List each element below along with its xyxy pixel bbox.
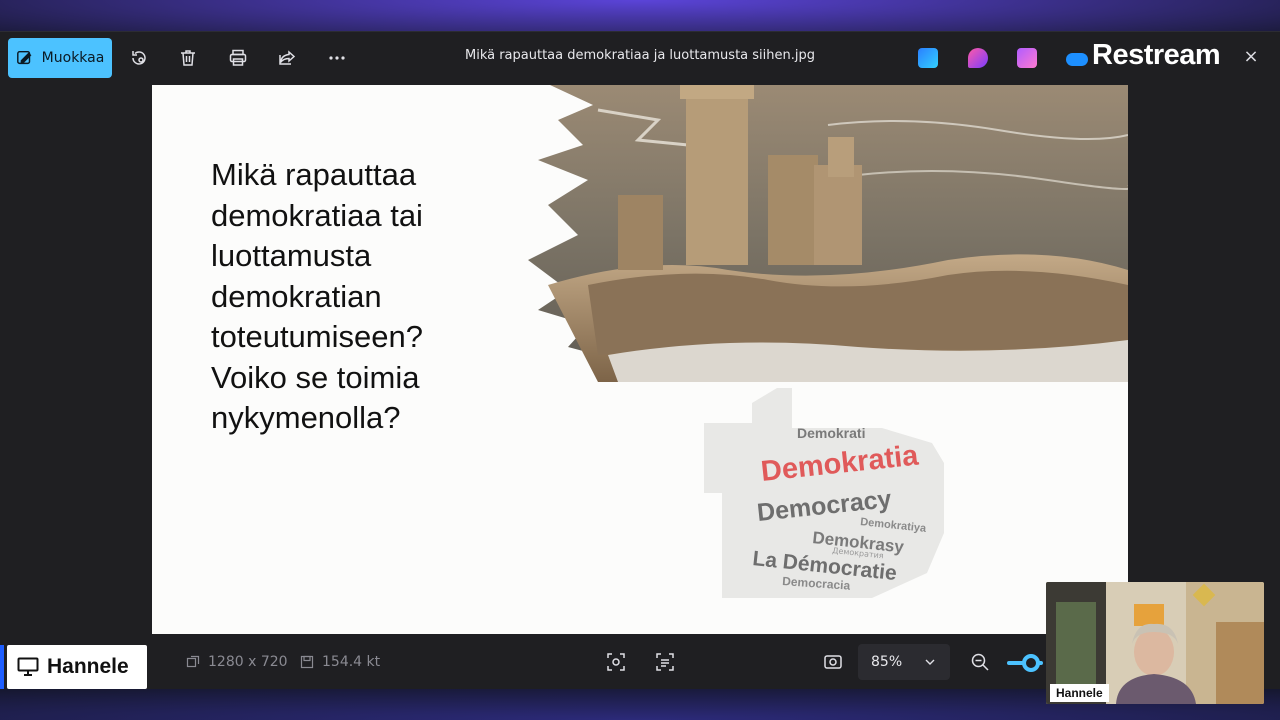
- democracy-word-cloud: Demokrati Demokratia Democracy Demokrati…: [704, 388, 944, 598]
- onedrive-cloud-icon[interactable]: [1066, 53, 1088, 66]
- file-title: Mikä rapauttaa demokratiaa ja luottamust…: [464, 48, 815, 63]
- designer-app-icon[interactable]: [918, 48, 938, 68]
- zoom-value: 85%: [871, 654, 903, 670]
- trash-icon: [181, 50, 195, 66]
- printer-icon: [229, 49, 247, 66]
- monitor-icon: [17, 657, 39, 676]
- share-button[interactable]: [274, 45, 300, 71]
- presenter-webcam: Hannele: [1046, 582, 1264, 704]
- fit-screen-icon: [824, 655, 842, 669]
- dimensions-icon: [186, 655, 200, 668]
- dimensions-text: 1280 x 720: [208, 654, 288, 670]
- more-icon: [329, 56, 345, 60]
- zoom-slider-thumb[interactable]: [1022, 654, 1040, 672]
- video-editor-app-icon[interactable]: [1017, 48, 1037, 68]
- word-demokrati: Demokrati: [797, 425, 865, 441]
- clipchamp-app-icon[interactable]: [968, 48, 988, 68]
- chevron-down-icon: [925, 659, 935, 665]
- sandcastle-photo: [528, 85, 1128, 382]
- image-dimensions: 1280 x 720: [186, 654, 288, 670]
- close-icon: ×: [1243, 45, 1259, 67]
- extract-text-button[interactable]: [652, 649, 678, 675]
- rotate-icon: [132, 51, 146, 65]
- delete-button[interactable]: [175, 45, 201, 71]
- print-button[interactable]: [225, 45, 251, 71]
- visual-search-icon: [607, 653, 625, 671]
- share-icon: [279, 50, 296, 65]
- edit-button[interactable]: Muokkaa: [8, 38, 112, 78]
- more-options-button[interactable]: [324, 45, 350, 71]
- fit-to-window-button[interactable]: [820, 649, 846, 675]
- webcam-name-label: Hannele: [1050, 684, 1109, 702]
- zoom-out-icon: [971, 653, 989, 671]
- save-disk-icon: [300, 655, 314, 669]
- slide-image: Mikä rapauttaa demokratiaa tai luottamus…: [152, 85, 1128, 634]
- close-button[interactable]: ×: [1238, 43, 1264, 69]
- file-size: 154.4 kt: [300, 654, 380, 670]
- text-scan-icon: [656, 653, 674, 671]
- visual-search-button[interactable]: [603, 649, 629, 675]
- zoom-out-button[interactable]: [967, 649, 993, 675]
- restream-watermark: Restream: [1092, 39, 1221, 71]
- edit-image-icon: [16, 50, 32, 65]
- slide-title: Mikä rapauttaa demokratiaa tai luottamus…: [211, 157, 423, 435]
- top-toolbar: Muokkaa Mikä rapauttaa demokratiaa ja lu…: [0, 31, 1280, 85]
- file-size-text: 154.4 kt: [322, 654, 381, 670]
- edit-button-label: Muokkaa: [41, 50, 105, 66]
- screen-share-name-tag: Hannele: [0, 645, 147, 689]
- screen-share-name: Hannele: [47, 655, 129, 678]
- rotate-button[interactable]: [126, 45, 152, 71]
- zoom-dropdown[interactable]: 85%: [858, 644, 950, 680]
